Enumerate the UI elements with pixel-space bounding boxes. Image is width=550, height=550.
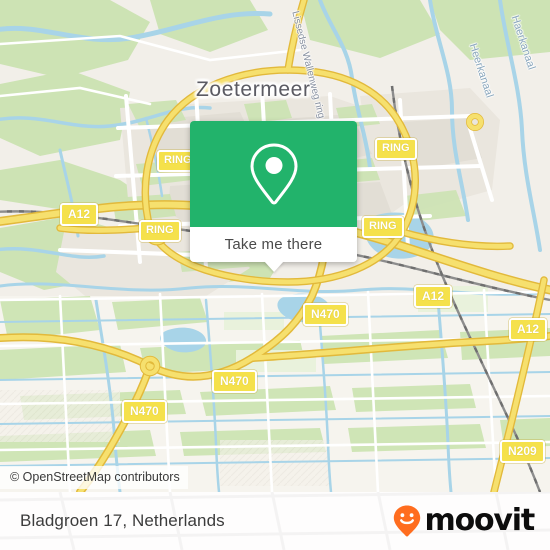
moovit-wordmark: moovit: [424, 503, 536, 538]
address-label: Bladgroen 17, Netherlands: [20, 511, 225, 530]
road-shield-ring[interactable]: RING: [139, 220, 181, 242]
road-shield-n209[interactable]: N209: [500, 440, 545, 463]
map-pin-icon: [249, 143, 298, 205]
callout-icon-area: [190, 121, 357, 227]
road-shield-ring[interactable]: RING: [375, 138, 417, 160]
road-shield-ring[interactable]: RING: [362, 216, 404, 238]
footer-bar: Bladgroen 17, Netherlands moovit: [0, 492, 550, 550]
road-shield-n470[interactable]: N470: [303, 303, 348, 326]
callout-action-area[interactable]: Take me there: [190, 227, 357, 272]
osm-attribution[interactable]: © OpenStreetMap contributors: [0, 466, 188, 489]
road-shield-n470[interactable]: N470: [122, 400, 167, 423]
take-me-there-label: Take me there: [224, 236, 323, 253]
moovit-logo[interactable]: moovit: [392, 503, 536, 538]
map-screenshot: Zoetermeer Lissedse Wallenweg ring Heerk…: [0, 0, 550, 550]
moovit-smile-pin-icon: [393, 505, 420, 537]
road-shield-a12[interactable]: A12: [60, 203, 99, 226]
map-viewport[interactable]: Zoetermeer Lissedse Wallenweg ring Heerk…: [0, 0, 550, 492]
road-shield-a12[interactable]: A12: [414, 285, 453, 308]
callout-pointer-tail: [263, 261, 284, 272]
location-callout-card[interactable]: Take me there: [190, 121, 357, 272]
road-shield-a12[interactable]: A12: [509, 318, 548, 341]
place-label-zoetermeer: Zoetermeer: [196, 78, 311, 101]
road-shield-n470[interactable]: N470: [212, 370, 257, 393]
